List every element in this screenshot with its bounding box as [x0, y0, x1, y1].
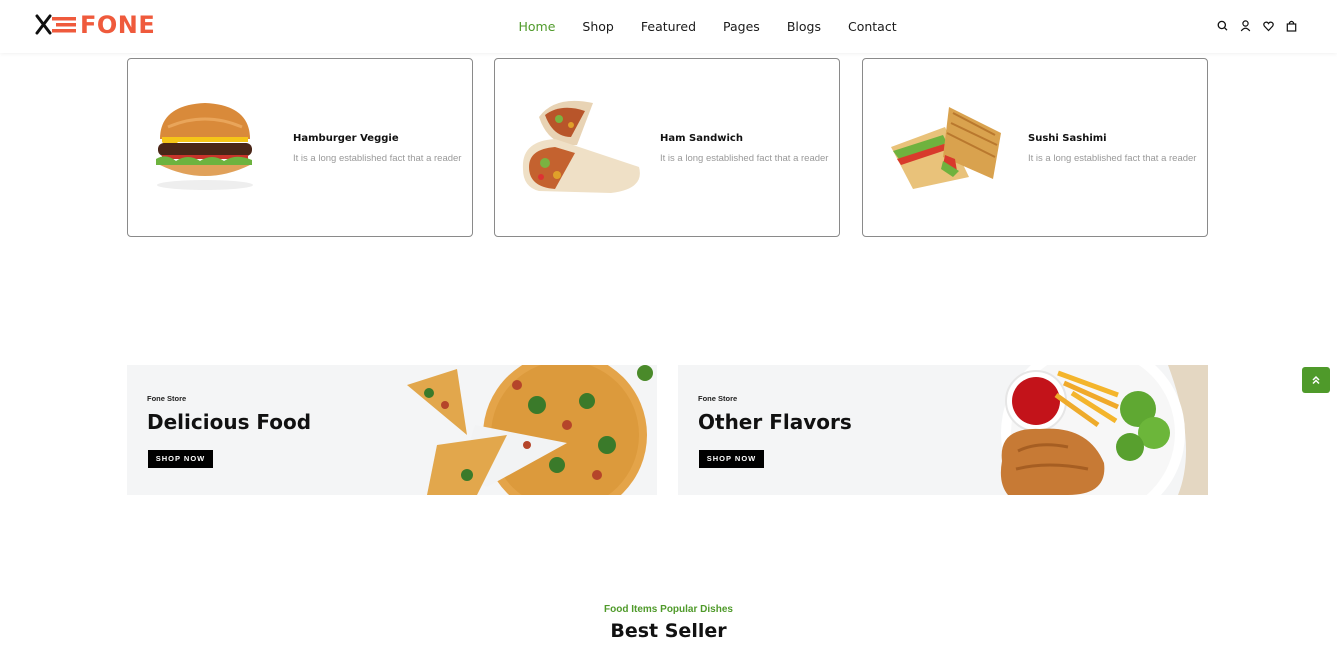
product-card-hamburger[interactable]: Hamburger Veggie It is a long establishe… [127, 58, 473, 237]
header-icons [1217, 19, 1297, 33]
pizza-image [407, 365, 653, 495]
user-icon[interactable] [1240, 19, 1251, 33]
nav-item-blogs[interactable]: Blogs [787, 19, 821, 34]
banner-store-label: Fone Store [147, 394, 187, 403]
nav-item-pages[interactable]: Pages [723, 19, 760, 34]
logo[interactable]: FONE [34, 11, 156, 39]
banner-heading: Delicious Food [147, 410, 312, 434]
scroll-to-top-button[interactable] [1302, 367, 1330, 393]
nav-item-contact[interactable]: Contact [848, 19, 897, 34]
bag-icon[interactable] [1286, 19, 1297, 33]
double-chevron-up-icon [1312, 375, 1320, 385]
product-card-ham-sandwich[interactable]: Ham Sandwich It is a long established fa… [494, 58, 840, 237]
product-card-sushi-sashimi[interactable]: Sushi Sashimi It is a long established f… [862, 58, 1208, 237]
site-header: FONE Home Shop Featured Pages Blogs Cont… [0, 0, 1337, 53]
nav-item-featured[interactable]: Featured [641, 19, 696, 34]
banner-heading: Other Flavors [698, 410, 852, 434]
card-description: It is a long established fact that a rea… [293, 153, 462, 164]
logo-mark-icon [35, 14, 76, 35]
card-description: It is a long established fact that a rea… [660, 153, 829, 164]
shop-now-button[interactable]: SHOP NOW [699, 450, 764, 468]
banner-store-label: Fone Store [698, 394, 738, 403]
promo-banner-delicious-food: Fone Store Delicious Food SHOP NOW [127, 365, 657, 495]
card-title: Sushi Sashimi [1028, 133, 1107, 144]
nav-item-shop[interactable]: Shop [582, 19, 613, 34]
card-title: Hamburger Veggie [293, 133, 399, 144]
nav-item-home[interactable]: Home [519, 19, 556, 34]
search-icon[interactable] [1217, 19, 1228, 33]
promo-banner-other-flavors: Fone Store Other Flavors SHOP NOW [678, 365, 1208, 495]
panini-sandwich-image [883, 97, 1001, 197]
card-title: Ham Sandwich [660, 133, 743, 144]
shop-now-button[interactable]: SHOP NOW [148, 450, 213, 468]
section-subtitle: Food Items Popular Dishes [604, 604, 733, 615]
fried-chicken-plate-image [1000, 365, 1208, 495]
logo-text: FONE [80, 11, 156, 39]
wrap-sandwich-image [515, 97, 640, 197]
section-title: Best Seller [610, 620, 727, 642]
main-nav: Home Shop Featured Pages Blogs Contact [505, 0, 910, 53]
heart-icon[interactable] [1263, 19, 1274, 33]
hamburger-image [148, 97, 260, 197]
card-description: It is a long established fact that a rea… [1028, 153, 1197, 164]
